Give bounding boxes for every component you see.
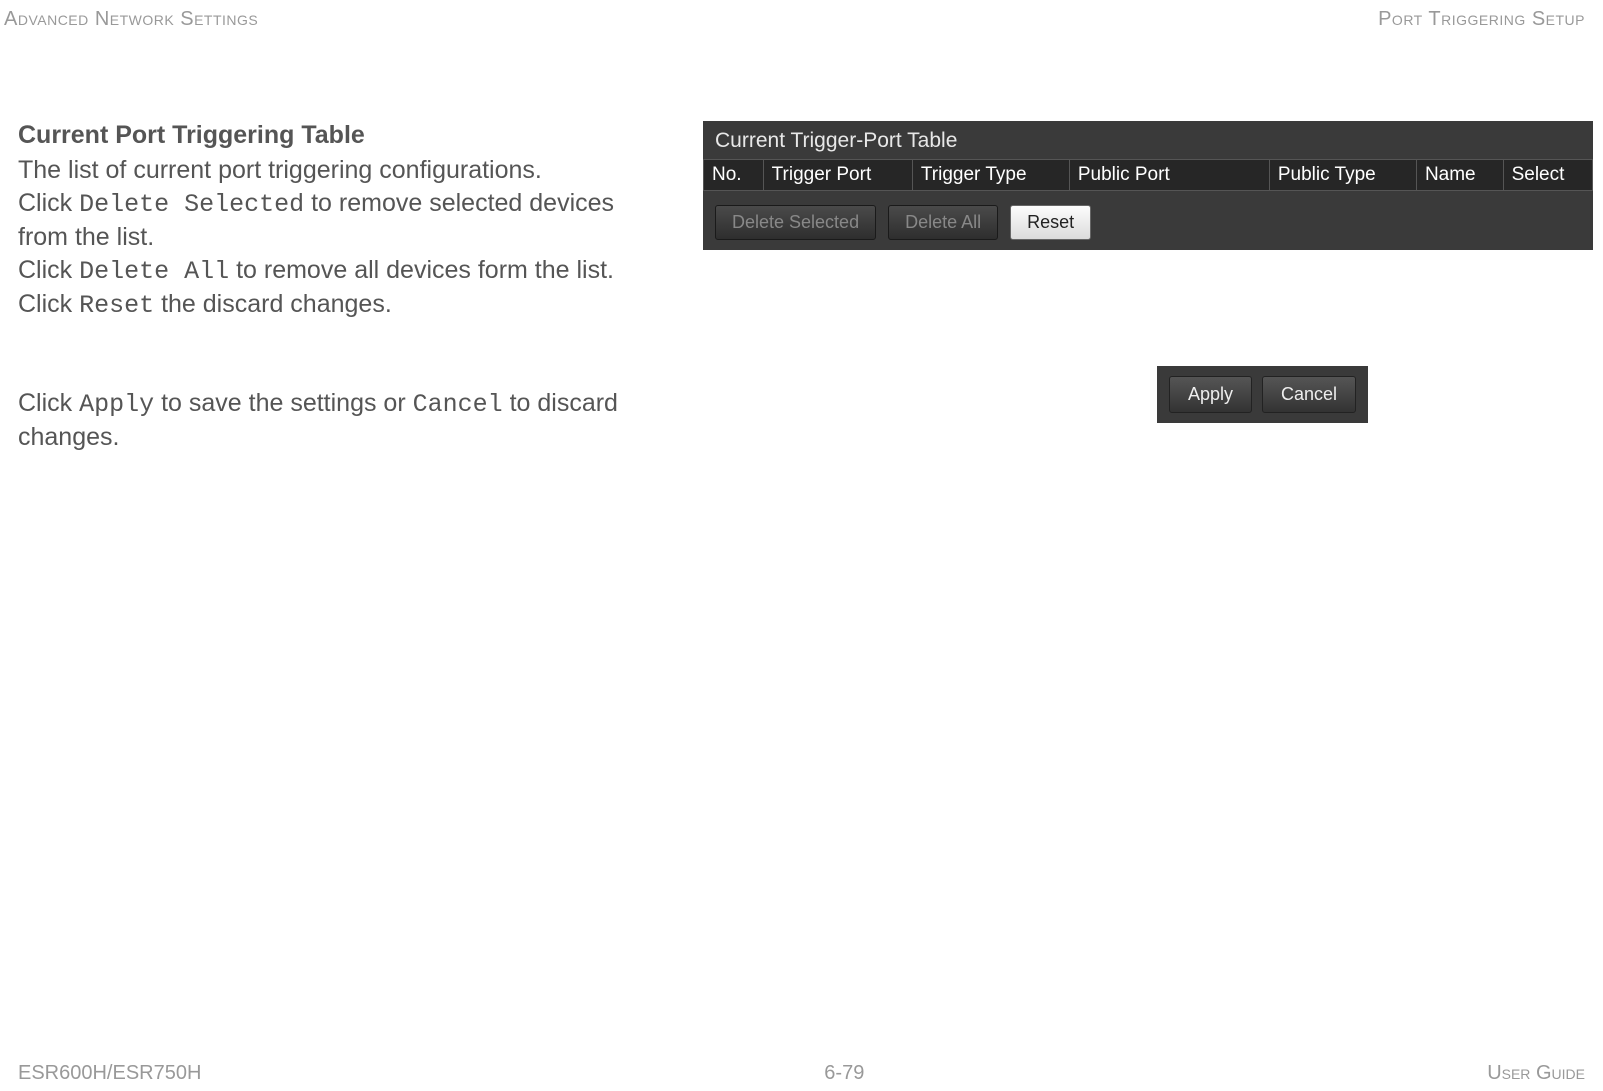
- col-select: Select: [1503, 160, 1592, 191]
- trigger-port-panel: Current Trigger-Port Table No. Trigger P…: [703, 121, 1593, 250]
- col-no: No.: [704, 160, 764, 191]
- text-fragment: Click: [18, 389, 79, 417]
- delete-all-button[interactable]: Delete All: [888, 205, 998, 240]
- code-text: Cancel: [413, 390, 503, 419]
- section2-text: Click Apply to save the settings or Canc…: [18, 387, 658, 454]
- footer-right: User Guide: [1487, 1062, 1585, 1085]
- col-name: Name: [1416, 160, 1503, 191]
- text-fragment: to remove all devices form the list.: [229, 256, 614, 284]
- section1-text: The list of current port triggering conf…: [18, 154, 658, 323]
- code-text: Apply: [79, 390, 154, 419]
- text-fragment: Click: [18, 189, 79, 217]
- text-line: The list of current port triggering conf…: [18, 156, 542, 184]
- text-fragment: Click: [18, 290, 79, 318]
- screenshot-column: Current Trigger-Port Table No. Trigger P…: [678, 121, 1593, 454]
- footer-left: ESR600H/ESR750H: [18, 1062, 201, 1085]
- panel-title: Current Trigger-Port Table: [703, 121, 1593, 159]
- col-public-port: Public Port: [1069, 160, 1269, 191]
- page-header: Advanced Network Settings Port Triggerin…: [0, 0, 1603, 31]
- col-trigger-port: Trigger Port: [763, 160, 912, 191]
- text-fragment: to save the settings or: [154, 389, 412, 417]
- trigger-port-table: No. Trigger Port Trigger Type Public Por…: [703, 159, 1593, 191]
- page-footer: ESR600H/ESR750H 6-79 User Guide: [0, 1062, 1603, 1085]
- text-fragment: the discard changes.: [154, 290, 392, 318]
- panel-button-row: Delete Selected Delete All Reset: [703, 191, 1593, 250]
- delete-selected-button[interactable]: Delete Selected: [715, 205, 876, 240]
- text-column: Current Port Triggering Table The list o…: [18, 121, 658, 454]
- text-fragment: Click: [18, 256, 79, 284]
- col-trigger-type: Trigger Type: [912, 160, 1069, 191]
- section-title: Current Port Triggering Table: [18, 121, 658, 150]
- footer-center: 6-79: [824, 1062, 864, 1085]
- table-header-row: No. Trigger Port Trigger Type Public Por…: [704, 160, 1593, 191]
- header-right: Port Triggering Setup: [1378, 8, 1585, 31]
- reset-button[interactable]: Reset: [1010, 205, 1091, 240]
- code-text: Delete Selected: [79, 190, 304, 219]
- code-text: Delete All: [79, 257, 229, 286]
- header-left: Advanced Network Settings: [4, 8, 258, 31]
- code-text: Reset: [79, 291, 154, 320]
- apply-button[interactable]: Apply: [1169, 376, 1252, 413]
- col-public-type: Public Type: [1269, 160, 1416, 191]
- cancel-button[interactable]: Cancel: [1262, 376, 1356, 413]
- apply-cancel-panel: Apply Cancel: [1157, 366, 1368, 423]
- content-area: Current Port Triggering Table The list o…: [0, 31, 1603, 454]
